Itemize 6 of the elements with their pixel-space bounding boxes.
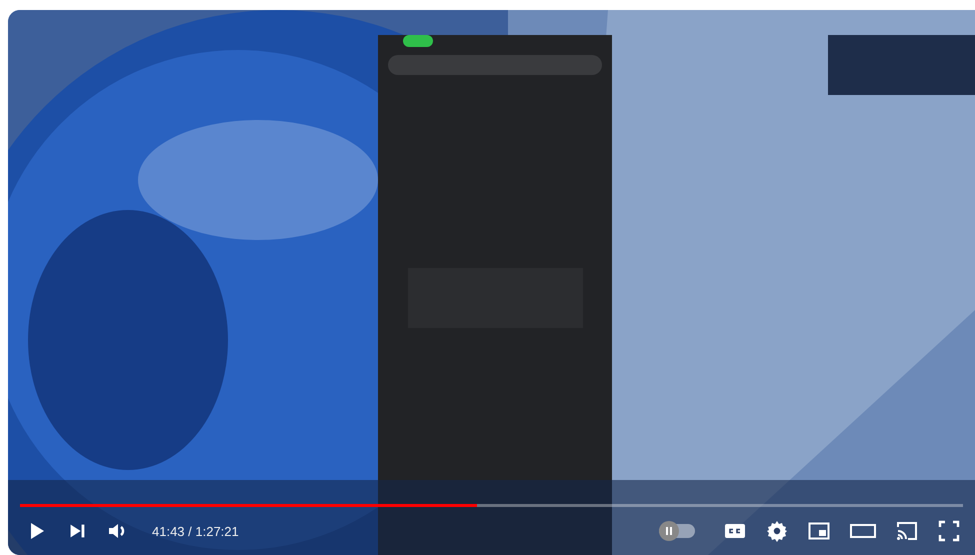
pause-icon: [664, 526, 674, 536]
autoplay-toggle[interactable]: [659, 524, 695, 538]
fullscreen-icon[interactable]: [937, 519, 961, 543]
cast-icon[interactable]: [895, 519, 919, 543]
settings-icon[interactable]: [765, 519, 789, 543]
time-display: 41:43 / 1:27:21: [152, 524, 239, 538]
